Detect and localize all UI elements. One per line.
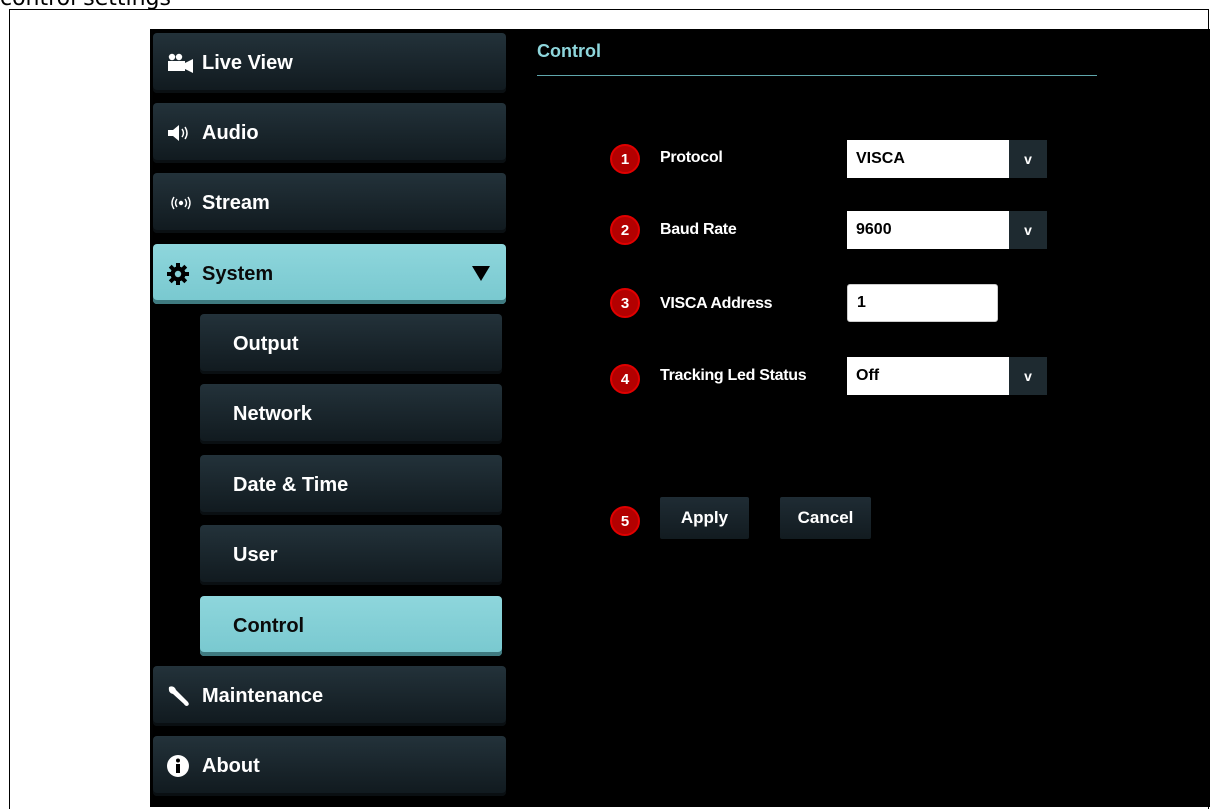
baud-rate-label: Baud Rate xyxy=(660,221,737,238)
protocol-select[interactable]: VISCA v xyxy=(847,140,1047,178)
gear-icon xyxy=(166,262,196,286)
sidebar-item-live-view[interactable]: Live View xyxy=(153,33,506,93)
protocol-label: Protocol xyxy=(660,149,723,166)
callout-badge: 1 xyxy=(610,144,640,174)
page-title: Control xyxy=(537,41,601,61)
speaker-icon xyxy=(166,121,196,145)
sidebar-subitem-user[interactable]: User xyxy=(200,525,502,585)
tracking-led-status-value: Off xyxy=(856,367,880,384)
video-camera-icon xyxy=(166,51,196,75)
sidebar-item-label: Maintenance xyxy=(202,684,324,707)
sidebar-item-label: Live View xyxy=(202,51,293,74)
sidebar-subitem-label: Output xyxy=(233,332,299,355)
sidebar-subitem-date-time[interactable]: Date & Time xyxy=(200,455,502,515)
baud-rate-select[interactable]: 9600 v xyxy=(847,211,1047,249)
callout-badge: 5 xyxy=(610,506,640,536)
tracking-led-status-select[interactable]: Off v xyxy=(847,357,1047,395)
sidebar-item-about[interactable]: About xyxy=(153,736,506,796)
sidebar-item-label: System xyxy=(202,262,274,285)
apply-button[interactable]: Apply xyxy=(660,497,749,539)
baud-rate-value: 9600 xyxy=(856,221,892,238)
protocol-value: VISCA xyxy=(856,150,905,167)
sidebar-item-system[interactable]: System xyxy=(153,244,506,304)
sidebar-item-stream[interactable]: Stream xyxy=(153,173,506,233)
sidebar-item-maintenance[interactable]: Maintenance xyxy=(153,666,506,726)
visca-address-label: VISCA Address xyxy=(660,295,773,312)
callout-badge: 4 xyxy=(610,364,640,394)
sidebar-subitem-control[interactable]: Control xyxy=(200,596,502,656)
chevron-down-icon[interactable]: v xyxy=(1009,357,1047,395)
sidebar-item-audio[interactable]: Audio xyxy=(153,103,506,163)
title-divider xyxy=(537,75,1097,76)
info-icon xyxy=(166,754,196,778)
caret-down-icon xyxy=(472,266,490,281)
sidebar-item-label: About xyxy=(202,754,260,777)
app-window: Live View Audio Stream System Output Net… xyxy=(150,29,1210,807)
wrench-icon xyxy=(166,684,196,708)
sidebar-subitem-output[interactable]: Output xyxy=(200,314,502,374)
sidebar-subitem-label: Date & Time xyxy=(233,473,349,496)
chevron-down-icon[interactable]: v xyxy=(1009,140,1047,178)
sidebar-subitem-label: Network xyxy=(233,402,312,425)
callout-badge: 2 xyxy=(610,215,640,245)
visca-address-input[interactable] xyxy=(847,284,998,322)
chevron-down-icon[interactable]: v xyxy=(1009,211,1047,249)
callout-badge: 3 xyxy=(610,288,640,318)
broadcast-icon xyxy=(166,191,196,215)
tracking-led-status-label: Tracking Led Status xyxy=(660,367,807,384)
sidebar-subitem-network[interactable]: Network xyxy=(200,384,502,444)
cancel-button[interactable]: Cancel xyxy=(780,497,871,539)
sidebar-item-label: Audio xyxy=(202,121,259,144)
sidebar-subitem-label: User xyxy=(233,543,278,566)
sidebar-item-label: Stream xyxy=(202,191,270,214)
sidebar-subitem-label: Control xyxy=(233,614,305,637)
